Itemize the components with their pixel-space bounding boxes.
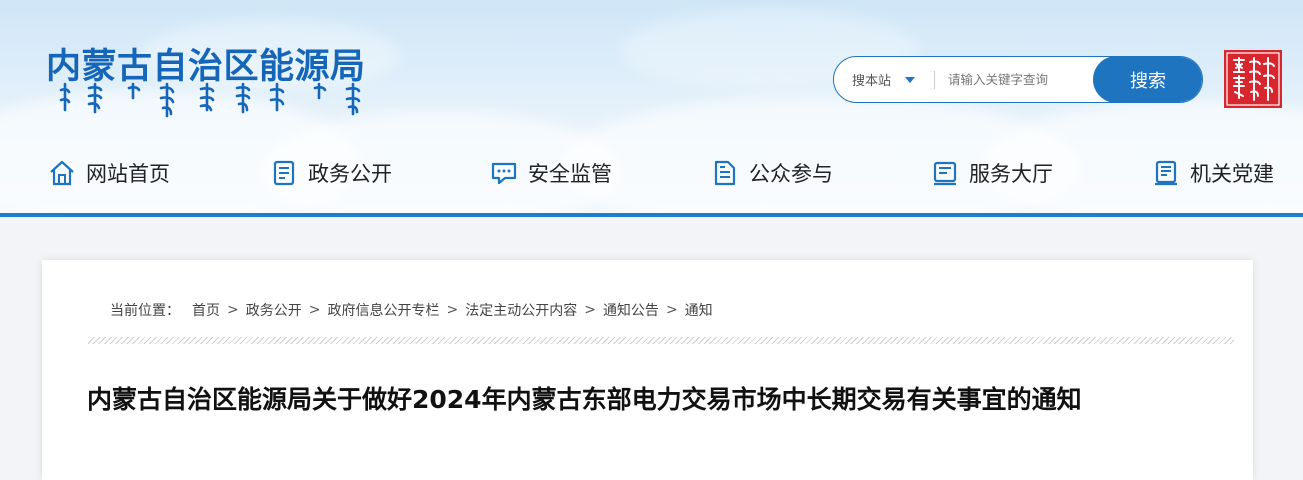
breadcrumb-home[interactable]: 首页 bbox=[192, 300, 220, 320]
nav-item-home[interactable]: 网站首页 bbox=[48, 156, 170, 190]
breadcrumb-notice[interactable]: 通知 bbox=[685, 300, 713, 320]
breadcrumb: 当前位置： 首页 > 政务公开 > 政府信息公开专栏 > 法定主动公开内容 > … bbox=[110, 300, 713, 320]
nav-item-label: 政务公开 bbox=[308, 162, 392, 186]
caret-down-icon bbox=[905, 76, 916, 83]
hatched-divider bbox=[88, 337, 1234, 344]
nav-item-label: 服务大厅 bbox=[969, 162, 1053, 186]
breadcrumb-separator: > bbox=[665, 302, 678, 318]
nav-item-safety-supervision[interactable]: 安全监管 bbox=[490, 156, 612, 190]
breadcrumb-separator: > bbox=[227, 302, 239, 318]
nav-item-label: 网站首页 bbox=[86, 162, 170, 186]
nav-item-label: 公众参与 bbox=[749, 162, 833, 186]
search-bar: 搜本站 搜索 bbox=[833, 56, 1203, 103]
nav-item-label: 安全监管 bbox=[528, 162, 612, 186]
search-input[interactable] bbox=[948, 57, 1094, 102]
service-hall-icon bbox=[933, 161, 957, 186]
nav-item-party-building[interactable]: 机关党建 bbox=[1152, 156, 1274, 190]
mongolian-script-logo bbox=[59, 82, 361, 118]
chat-bubble-icon bbox=[491, 162, 517, 185]
search-scope-label: 搜本站 bbox=[852, 74, 892, 89]
search-scope-select[interactable]: 搜本站 bbox=[852, 57, 916, 102]
breadcrumb-info-disclosure[interactable]: 政府信息公开专栏 bbox=[327, 300, 439, 320]
home-icon bbox=[50, 160, 74, 186]
header-divider bbox=[0, 213, 1303, 217]
article-title: 内蒙古自治区能源局关于做好2024年内蒙古东部电力交易市场中长期交易有关事宜的通… bbox=[87, 385, 1082, 414]
document-list-icon bbox=[273, 160, 295, 186]
site-header: 内蒙古自治区能源局 搜本站 搜索 bbox=[0, 0, 1303, 213]
inner-mongolia-seal-logo[interactable] bbox=[1224, 50, 1282, 108]
breadcrumb-separator: > bbox=[584, 302, 596, 318]
nav-item-service-hall[interactable]: 服务大厅 bbox=[931, 156, 1053, 190]
nav-item-public-participation[interactable]: 公众参与 bbox=[711, 156, 833, 190]
breadcrumb-statutory-disclosure[interactable]: 法定主动公开内容 bbox=[465, 300, 577, 320]
breadcrumb-government-affairs[interactable]: 政务公开 bbox=[246, 300, 302, 320]
nav-item-government-affairs[interactable]: 政务公开 bbox=[270, 156, 392, 190]
breadcrumb-separator: > bbox=[308, 302, 321, 318]
breadcrumb-separator: > bbox=[446, 302, 459, 318]
nav-item-label: 机关党建 bbox=[1190, 162, 1274, 186]
party-building-icon bbox=[1155, 160, 1177, 186]
search-button[interactable]: 搜索 bbox=[1093, 57, 1202, 102]
article-card: 当前位置： 首页 > 政务公开 > 政府信息公开专栏 > 法定主动公开内容 > … bbox=[42, 260, 1253, 480]
breadcrumb-label: 当前位置： bbox=[110, 303, 180, 319]
file-lines-icon bbox=[714, 160, 736, 186]
search-divider bbox=[934, 71, 935, 89]
breadcrumb-notices[interactable]: 通知公告 bbox=[603, 300, 659, 320]
